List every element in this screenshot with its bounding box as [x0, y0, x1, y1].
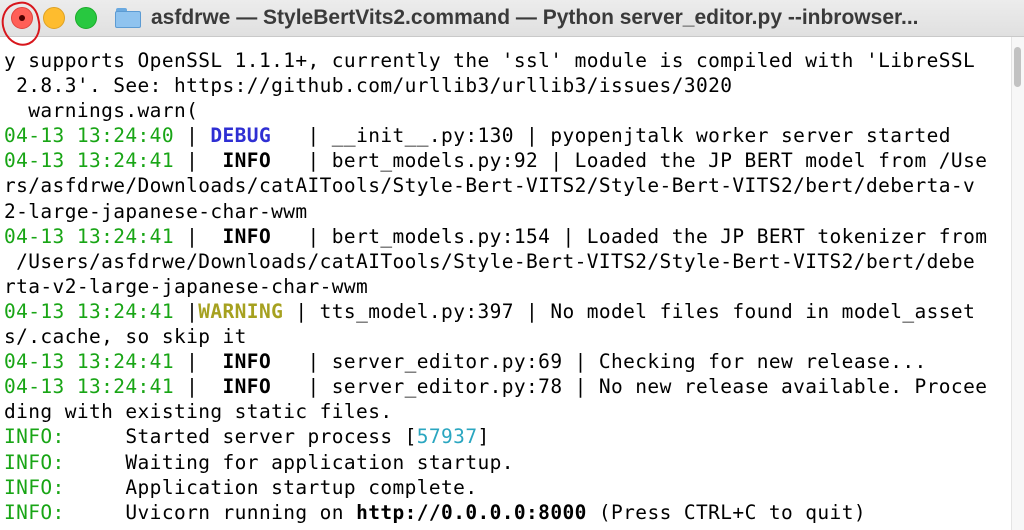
log-message: bert_models.py:154 | Loaded the JP BERT …	[331, 224, 988, 248]
process-id: 57937	[416, 425, 478, 449]
log-line-continued: rta-v2-large-japanese-char-wwm	[4, 274, 1010, 299]
log-message: server_editor.py:69 | Checking for new r…	[331, 350, 927, 374]
uvicorn-line: INFO: Started server process [57937]	[4, 424, 1010, 449]
uvicorn-line: INFO: Waiting for application startup.	[4, 450, 1010, 475]
log-message: bert_models.py:92 | Loaded the JP BERT m…	[331, 149, 988, 173]
log-separator: |	[271, 149, 332, 173]
log-timestamp: 04-13 13:24:41	[4, 299, 174, 323]
log-level-badge: INFO	[222, 149, 272, 173]
uvicorn-info-prefix: INFO:	[4, 425, 65, 449]
maximize-icon[interactable]	[75, 7, 97, 29]
server-url: http://0.0.0.0:8000	[356, 500, 587, 524]
log-line-continued: /Users/asfdrwe/Downloads/catAITools/Styl…	[4, 249, 1010, 274]
log-line: 04-13 13:24:41 | INFO | bert_models.py:9…	[4, 148, 1010, 173]
log-message: ding with existing static files.	[4, 400, 393, 424]
log-timestamp: 04-13 13:24:40	[4, 124, 174, 148]
uvicorn-message: Uvicorn running on	[64, 500, 357, 524]
log-level-badge: INFO	[222, 224, 272, 248]
log-separator: |	[173, 375, 223, 399]
log-timestamp: 04-13 13:24:41	[4, 149, 174, 173]
log-timestamp: 04-13 13:24:41	[4, 350, 174, 374]
log-separator: |	[283, 299, 320, 323]
uvicorn-info-prefix: INFO:	[4, 475, 65, 499]
uvicorn-message: Application startup complete.	[64, 475, 478, 499]
terminal-output[interactable]: y supports OpenSSL 1.1.1+, currently the…	[4, 48, 1010, 525]
log-level-badge: INFO	[222, 350, 272, 374]
log-message: 2-large-japanese-char-wwm	[4, 199, 308, 223]
uvicorn-info-prefix: INFO:	[4, 450, 65, 474]
log-level-badge: INFO	[222, 375, 272, 399]
uvicorn-message-tail: ]	[477, 425, 490, 449]
intro-text: warnings.warn(	[4, 99, 199, 123]
log-separator: |	[173, 299, 199, 323]
uvicorn-message-tail: (Press CTRL+C to quit)	[586, 500, 866, 524]
log-line: 04-13 13:24:40 | DEBUG | __init__.py:130…	[4, 123, 1010, 148]
uvicorn-message: Started server process [	[64, 425, 417, 449]
log-timestamp: 04-13 13:24:41	[4, 224, 174, 248]
uvicorn-line: INFO: Uvicorn running on http://0.0.0.0:…	[4, 500, 1010, 525]
title-bar[interactable]: asfdrwe — StyleBertVits2.command — Pytho…	[0, 0, 1024, 50]
log-separator: |	[173, 350, 223, 374]
log-line-continued: 2-large-japanese-char-wwm	[4, 199, 1010, 224]
log-level-badge: WARNING	[198, 299, 284, 323]
log-message: tts_model.py:397 | No model files found …	[319, 299, 976, 323]
log-separator: |	[173, 149, 223, 173]
uvicorn-message: Waiting for application startup.	[64, 450, 514, 474]
log-separator: |	[271, 224, 332, 248]
log-separator: |	[271, 350, 332, 374]
intro-line: y supports OpenSSL 1.1.1+, currently the…	[4, 48, 1010, 73]
log-line-continued: s/.cache, so skip it	[4, 324, 1010, 349]
log-separator: |	[173, 124, 211, 148]
log-message: server_editor.py:78 | No new release ava…	[331, 375, 988, 399]
folder-icon	[115, 8, 141, 28]
log-line: 04-13 13:24:41 | INFO | server_editor.py…	[4, 349, 1010, 374]
log-separator: |	[173, 224, 223, 248]
uvicorn-info-prefix: INFO:	[4, 500, 65, 524]
log-message: rta-v2-large-japanese-char-wwm	[4, 274, 369, 298]
log-line-continued: rs/asfdrwe/Downloads/catAITools/Style-Be…	[4, 173, 1010, 198]
log-line: 04-13 13:24:41 | INFO | server_editor.py…	[4, 374, 1010, 399]
window-title: asfdrwe — StyleBertVits2.command — Pytho…	[151, 6, 919, 29]
terminal-window: asfdrwe — StyleBertVits2.command — Pytho…	[0, 0, 1024, 530]
scrollbar-thumb[interactable]	[1014, 47, 1021, 87]
log-line: 04-13 13:24:41 |WARNING | tts_model.py:3…	[4, 299, 1010, 324]
log-line-continued: ding with existing static files.	[4, 399, 1010, 424]
log-line: 04-13 13:24:41 | INFO | bert_models.py:1…	[4, 224, 1010, 249]
intro-text: 2.8.3'. See: https://github.com/urllib3/…	[4, 74, 733, 98]
intro-line: warnings.warn(	[4, 98, 1010, 123]
uvicorn-line: INFO: Application startup complete.	[4, 475, 1010, 500]
log-level-badge: DEBUG	[210, 124, 272, 148]
log-message: /Users/asfdrwe/Downloads/catAITools/Styl…	[4, 249, 976, 273]
intro-line: 2.8.3'. See: https://github.com/urllib3/…	[4, 73, 1010, 98]
log-message: __init__.py:130 | pyopenjtalk worker ser…	[331, 124, 951, 148]
log-message: s/.cache, so skip it	[4, 325, 247, 349]
log-separator: |	[271, 124, 332, 148]
log-timestamp: 04-13 13:24:41	[4, 375, 174, 399]
log-separator: |	[271, 375, 332, 399]
log-message: rs/asfdrwe/Downloads/catAITools/Style-Be…	[4, 174, 976, 198]
minimize-icon[interactable]	[43, 7, 65, 29]
scrollbar[interactable]	[1011, 37, 1024, 530]
intro-text: y supports OpenSSL 1.1.1+, currently the…	[4, 49, 976, 72]
